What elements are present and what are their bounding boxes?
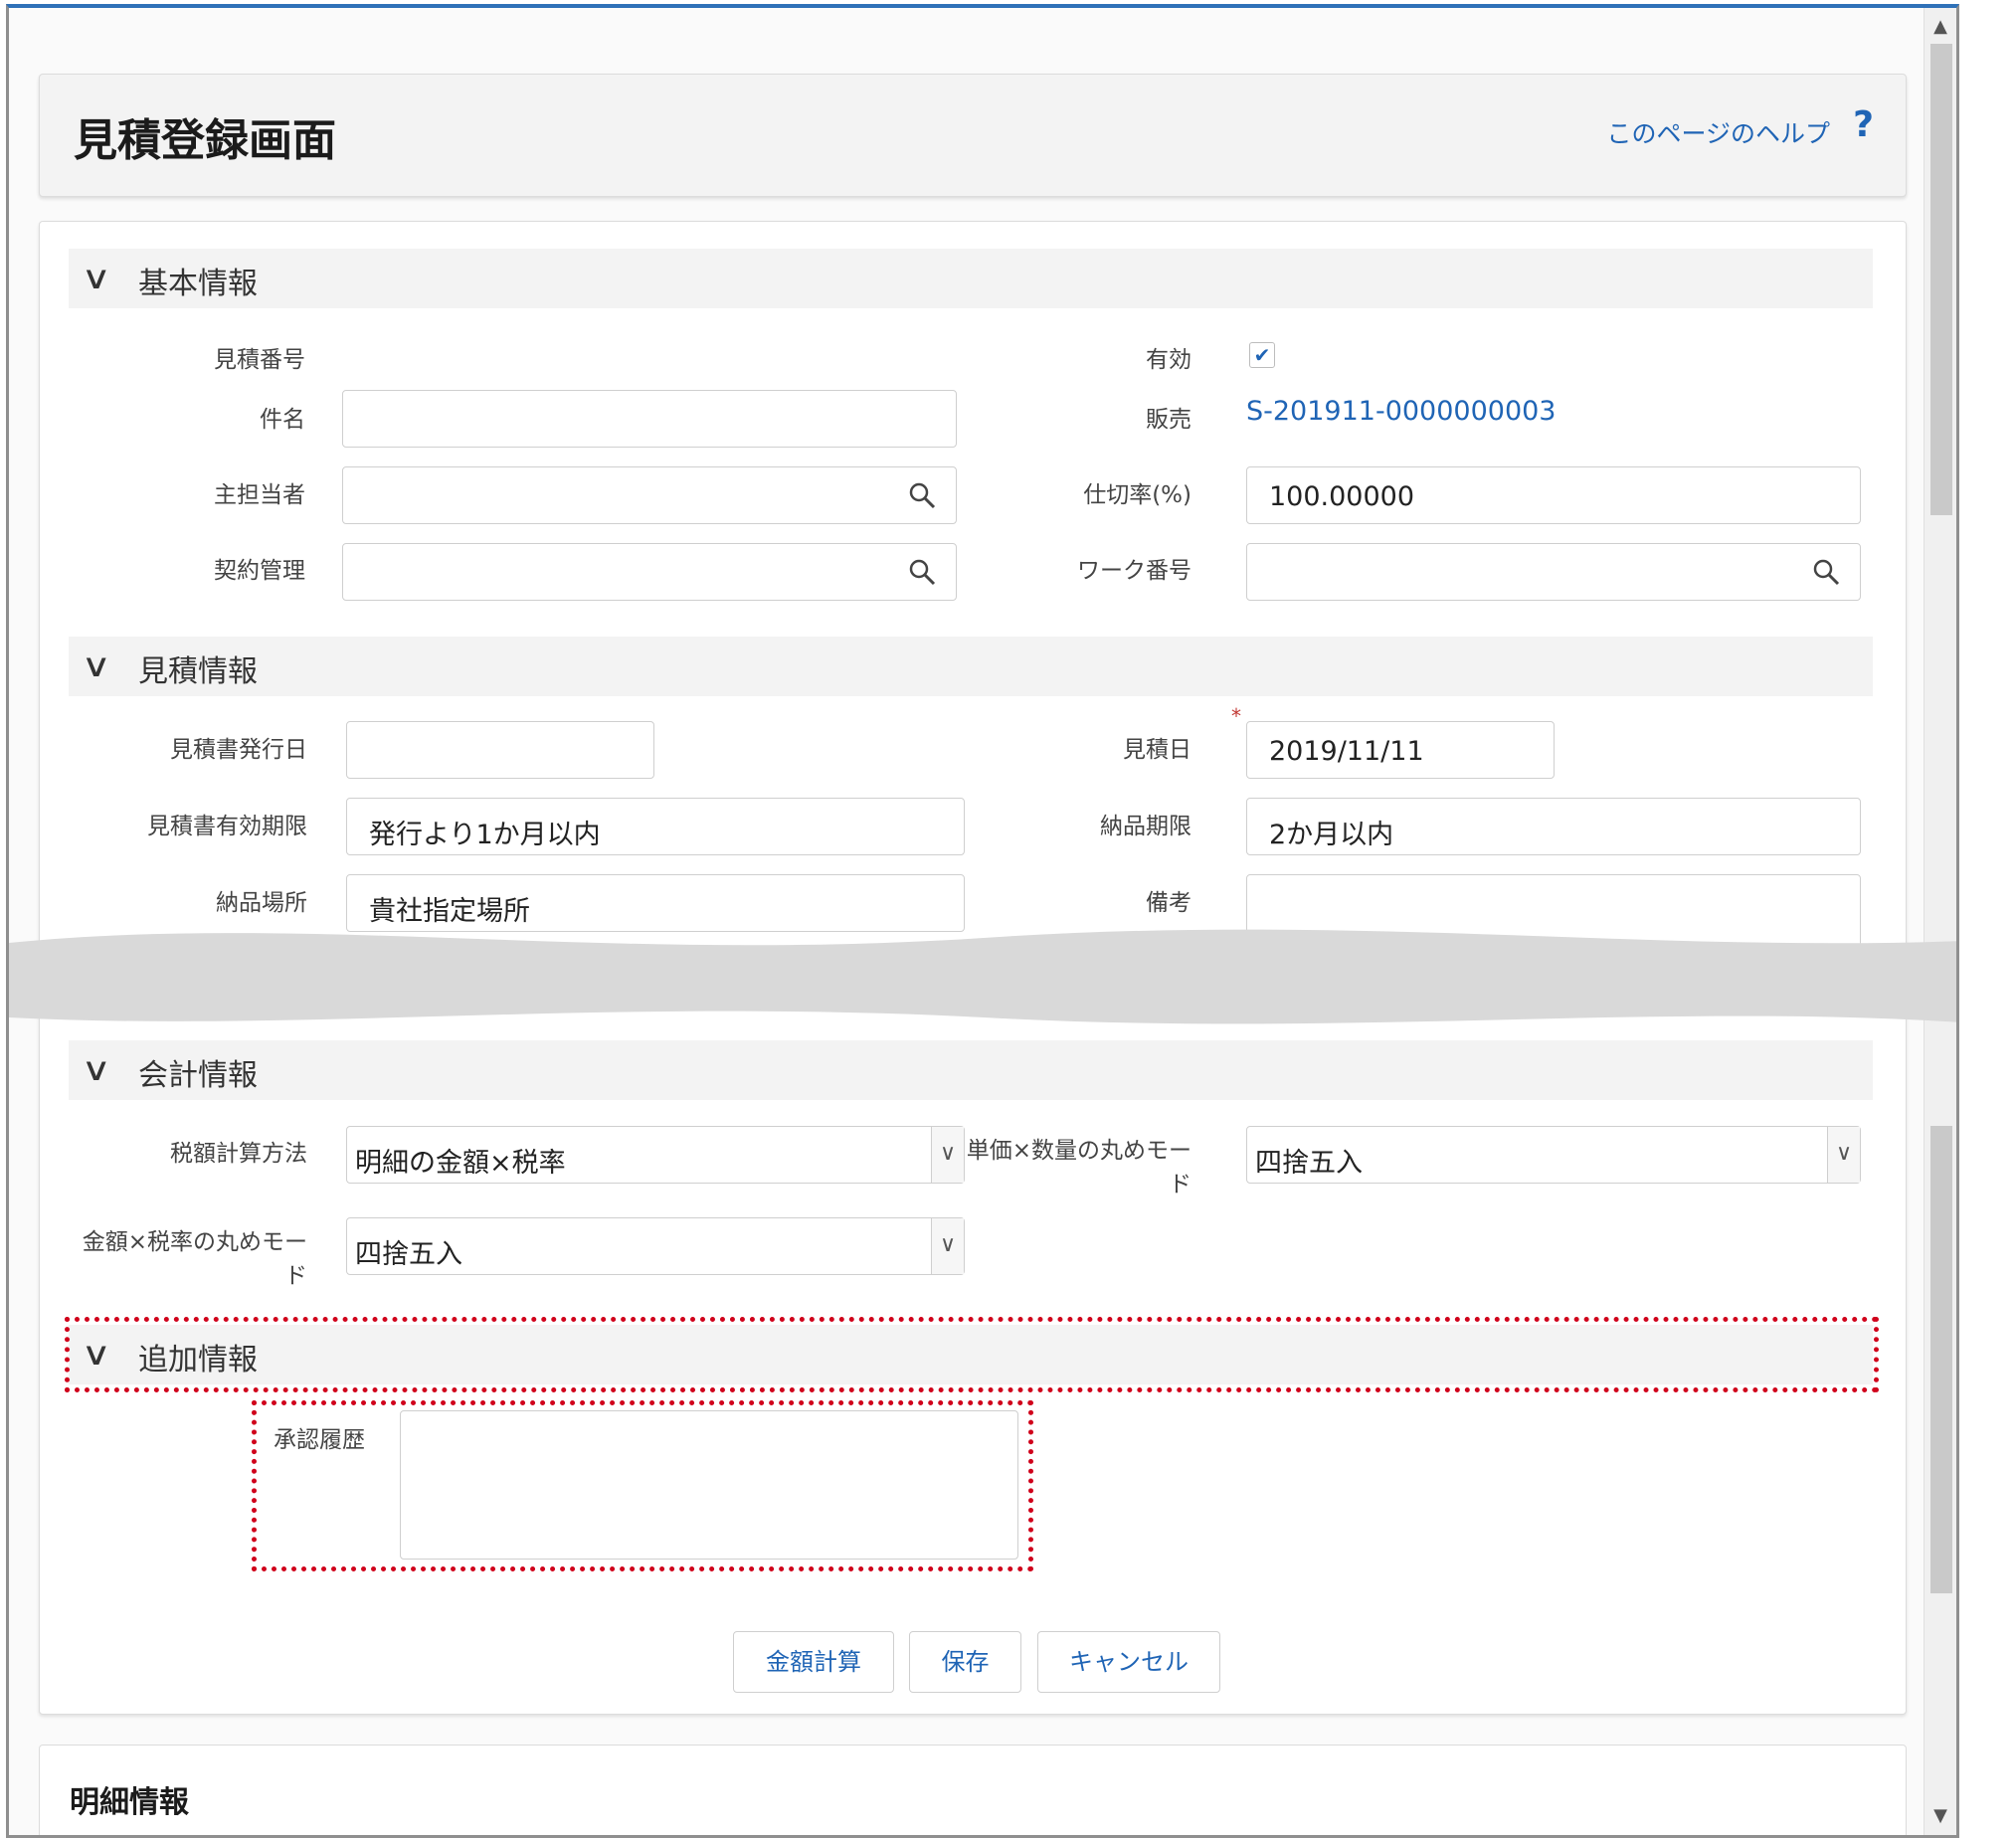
valid-label: 有効 (1146, 347, 1191, 373)
chevron-down-icon[interactable]: ∨ (81, 646, 110, 684)
amount-round-label-line2: ド (284, 1263, 307, 1289)
estimate-number-label: 見積番号 (214, 347, 305, 373)
amount-round-select[interactable]: 四捨五入 ∨ (346, 1217, 965, 1275)
rate-input[interactable]: 100.00000 (1246, 466, 1861, 524)
chevron-down-icon[interactable]: ∨ (1827, 1127, 1860, 1183)
scrollbar-thumb-lower[interactable] (1930, 1126, 1952, 1593)
section-header-basic[interactable]: ∨ 基本情報 (69, 249, 1873, 308)
work-number-label: ワーク番号 (1077, 558, 1191, 584)
unit-round-value: 四捨五入 (1255, 1148, 1363, 1179)
section-title-basic: 基本情報 (138, 267, 258, 301)
subject-input[interactable] (342, 390, 957, 448)
sales-link[interactable]: S-201911-0000000003 (1246, 396, 1556, 427)
unit-round-select[interactable]: 四捨五入 ∨ (1246, 1126, 1861, 1184)
issue-date-label: 見積書発行日 (170, 737, 307, 763)
chevron-down-icon[interactable]: ∨ (931, 1218, 964, 1274)
tax-method-select[interactable]: 明細の金額×税率 ∨ (346, 1126, 965, 1184)
chevron-down-icon[interactable]: ∨ (81, 259, 110, 296)
help-icon[interactable]: ? (1853, 104, 1874, 145)
calculate-amount-button[interactable]: 金額計算 (733, 1631, 894, 1693)
page-title: 見積登録画面 (74, 115, 336, 166)
delivery-deadline-label: 納品期限 (1100, 814, 1191, 839)
page-header: 見積登録画面 このページのヘルプ ? (39, 74, 1907, 197)
owner-lookup-input[interactable] (342, 466, 957, 524)
scrollbar-thumb[interactable] (1930, 44, 1952, 515)
search-icon[interactable] (908, 558, 936, 586)
unit-round-label: 単価×数量の丸めモー ド (967, 1134, 1191, 1201)
chevron-down-icon[interactable]: ∨ (81, 1050, 110, 1088)
amount-round-value: 四捨五入 (355, 1239, 462, 1270)
detail-card: 明細情報 (39, 1745, 1907, 1835)
estimate-date-label: 見積日 (1123, 737, 1191, 763)
scroll-down-icon[interactable]: ▼ (1924, 1801, 1956, 1831)
section-header-accounting[interactable]: ∨ 会計情報 (69, 1040, 1873, 1100)
work-number-lookup-input[interactable] (1246, 543, 1861, 601)
owner-label: 主担当者 (214, 482, 305, 508)
issue-date-input[interactable] (346, 721, 654, 779)
estimate-date-input[interactable]: 2019/11/11 (1246, 721, 1555, 779)
rate-label: 仕切率(%) (1083, 482, 1191, 508)
tax-method-label: 税額計算方法 (170, 1141, 307, 1167)
validity-label: 見積書有効期限 (147, 814, 307, 839)
section-title-estimate: 見積情報 (138, 654, 258, 689)
delivery-deadline-input[interactable]: 2か月以内 (1246, 798, 1861, 855)
check-icon: ✔ (1253, 343, 1271, 367)
scroll-up-icon[interactable]: ▲ (1924, 12, 1956, 42)
chevron-down-icon[interactable]: ∨ (931, 1127, 964, 1183)
subject-label: 件名 (260, 407, 305, 433)
delivery-place-label: 納品場所 (216, 890, 307, 916)
approval-history-textarea[interactable] (400, 1410, 1018, 1560)
approval-history-label: 承認履歴 (274, 1427, 365, 1453)
contract-lookup-input[interactable] (342, 543, 957, 601)
amount-round-label-line1: 金額×税率の丸めモー (82, 1229, 307, 1255)
contract-label: 契約管理 (214, 558, 305, 584)
page-break-decoration (9, 929, 1956, 1024)
validity-input[interactable]: 発行より1か月以内 (346, 798, 965, 855)
amount-round-label: 金額×税率の丸めモー ド (83, 1225, 307, 1293)
cancel-button[interactable]: キャンセル (1037, 1631, 1220, 1693)
valid-checkbox[interactable]: ✔ (1249, 342, 1275, 368)
section-title-accounting: 会計情報 (138, 1058, 258, 1093)
save-button[interactable]: 保存 (909, 1631, 1021, 1693)
section-header-estimate[interactable]: ∨ 見積情報 (69, 637, 1873, 696)
search-icon[interactable] (908, 481, 936, 509)
required-mark: * (1231, 704, 1241, 728)
search-icon[interactable] (1812, 558, 1840, 586)
detail-section-title: 明細情報 (70, 1785, 189, 1820)
remarks-label: 備考 (1146, 890, 1191, 916)
sales-label: 販売 (1146, 407, 1191, 433)
highlight-additional-header (65, 1317, 1879, 1392)
vertical-scrollbar[interactable]: ▲ ▼ (1924, 8, 1956, 1835)
help-link[interactable]: このページのヘルプ (1606, 114, 1830, 150)
tax-method-value: 明細の金額×税率 (355, 1148, 566, 1179)
unit-round-label-line2: ド (1169, 1172, 1191, 1197)
unit-round-label-line1: 単価×数量の丸めモー (966, 1138, 1191, 1164)
app-window: ▲ ▼ 見積登録画面 このページのヘルプ ? ∨ 基本情報 見積番号 有効 ✔ … (6, 4, 1959, 1838)
